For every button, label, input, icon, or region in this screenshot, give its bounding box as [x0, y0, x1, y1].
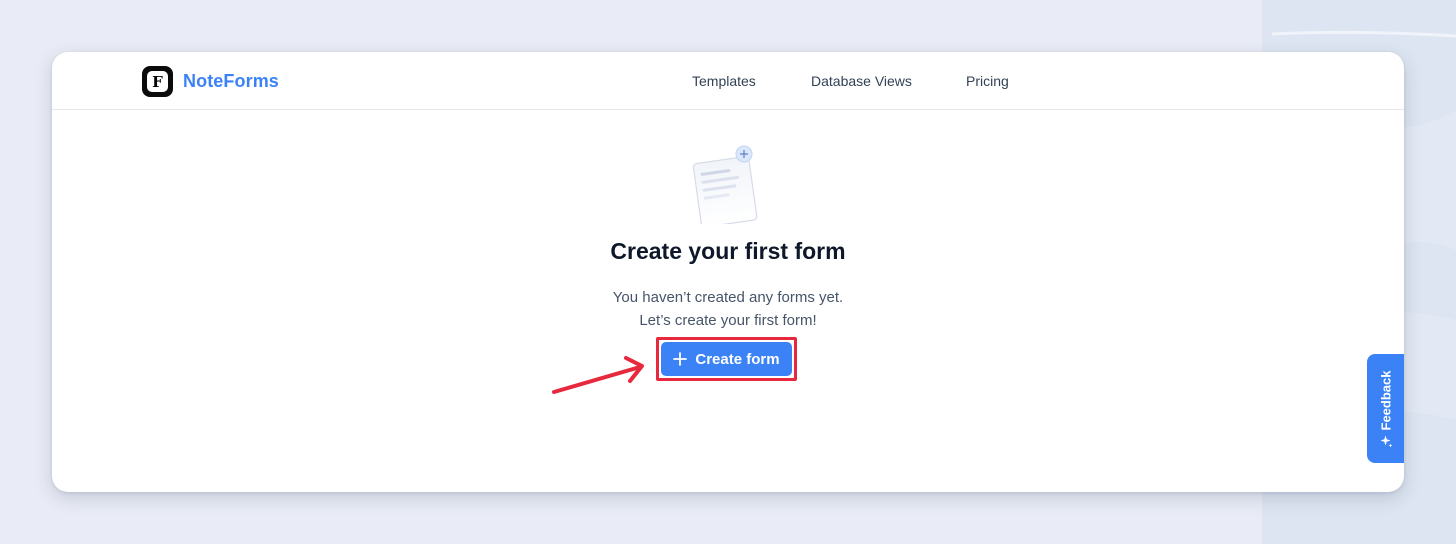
create-form-button[interactable]: Create form: [661, 342, 792, 376]
top-navbar: F NoteForms Templates Database Views Pri…: [52, 52, 1404, 110]
arrow-right-icon: [552, 356, 644, 394]
document-plus-icon: [688, 144, 758, 228]
page: F NoteForms Templates Database Views Pri…: [0, 0, 1456, 544]
app-window: F NoteForms Templates Database Views Pri…: [52, 52, 1404, 492]
nav-link-pricing[interactable]: Pricing: [966, 73, 1009, 89]
create-form-label: Create form: [695, 350, 780, 368]
empty-state-subtitle: You haven’t created any forms yet. Let’s…: [52, 286, 1404, 332]
sparkle-icon: [1379, 434, 1392, 447]
feedback-button[interactable]: Feedback: [1367, 354, 1404, 463]
empty-state-title: Create your first form: [610, 238, 846, 264]
nav-link-database-views[interactable]: Database Views: [811, 73, 912, 89]
noteforms-logo-icon: F: [142, 66, 173, 97]
subtitle-line-2: Let’s create your first form!: [639, 312, 817, 329]
subtitle-line-1: You haven’t created any forms yet.: [612, 289, 844, 306]
brand-name: NoteForms: [183, 71, 279, 91]
plus-icon: [673, 352, 688, 366]
brand-logo[interactable]: F NoteForms: [142, 66, 279, 97]
feedback-label: Feedback: [1378, 370, 1393, 430]
nav-link-templates[interactable]: Templates: [692, 73, 756, 89]
